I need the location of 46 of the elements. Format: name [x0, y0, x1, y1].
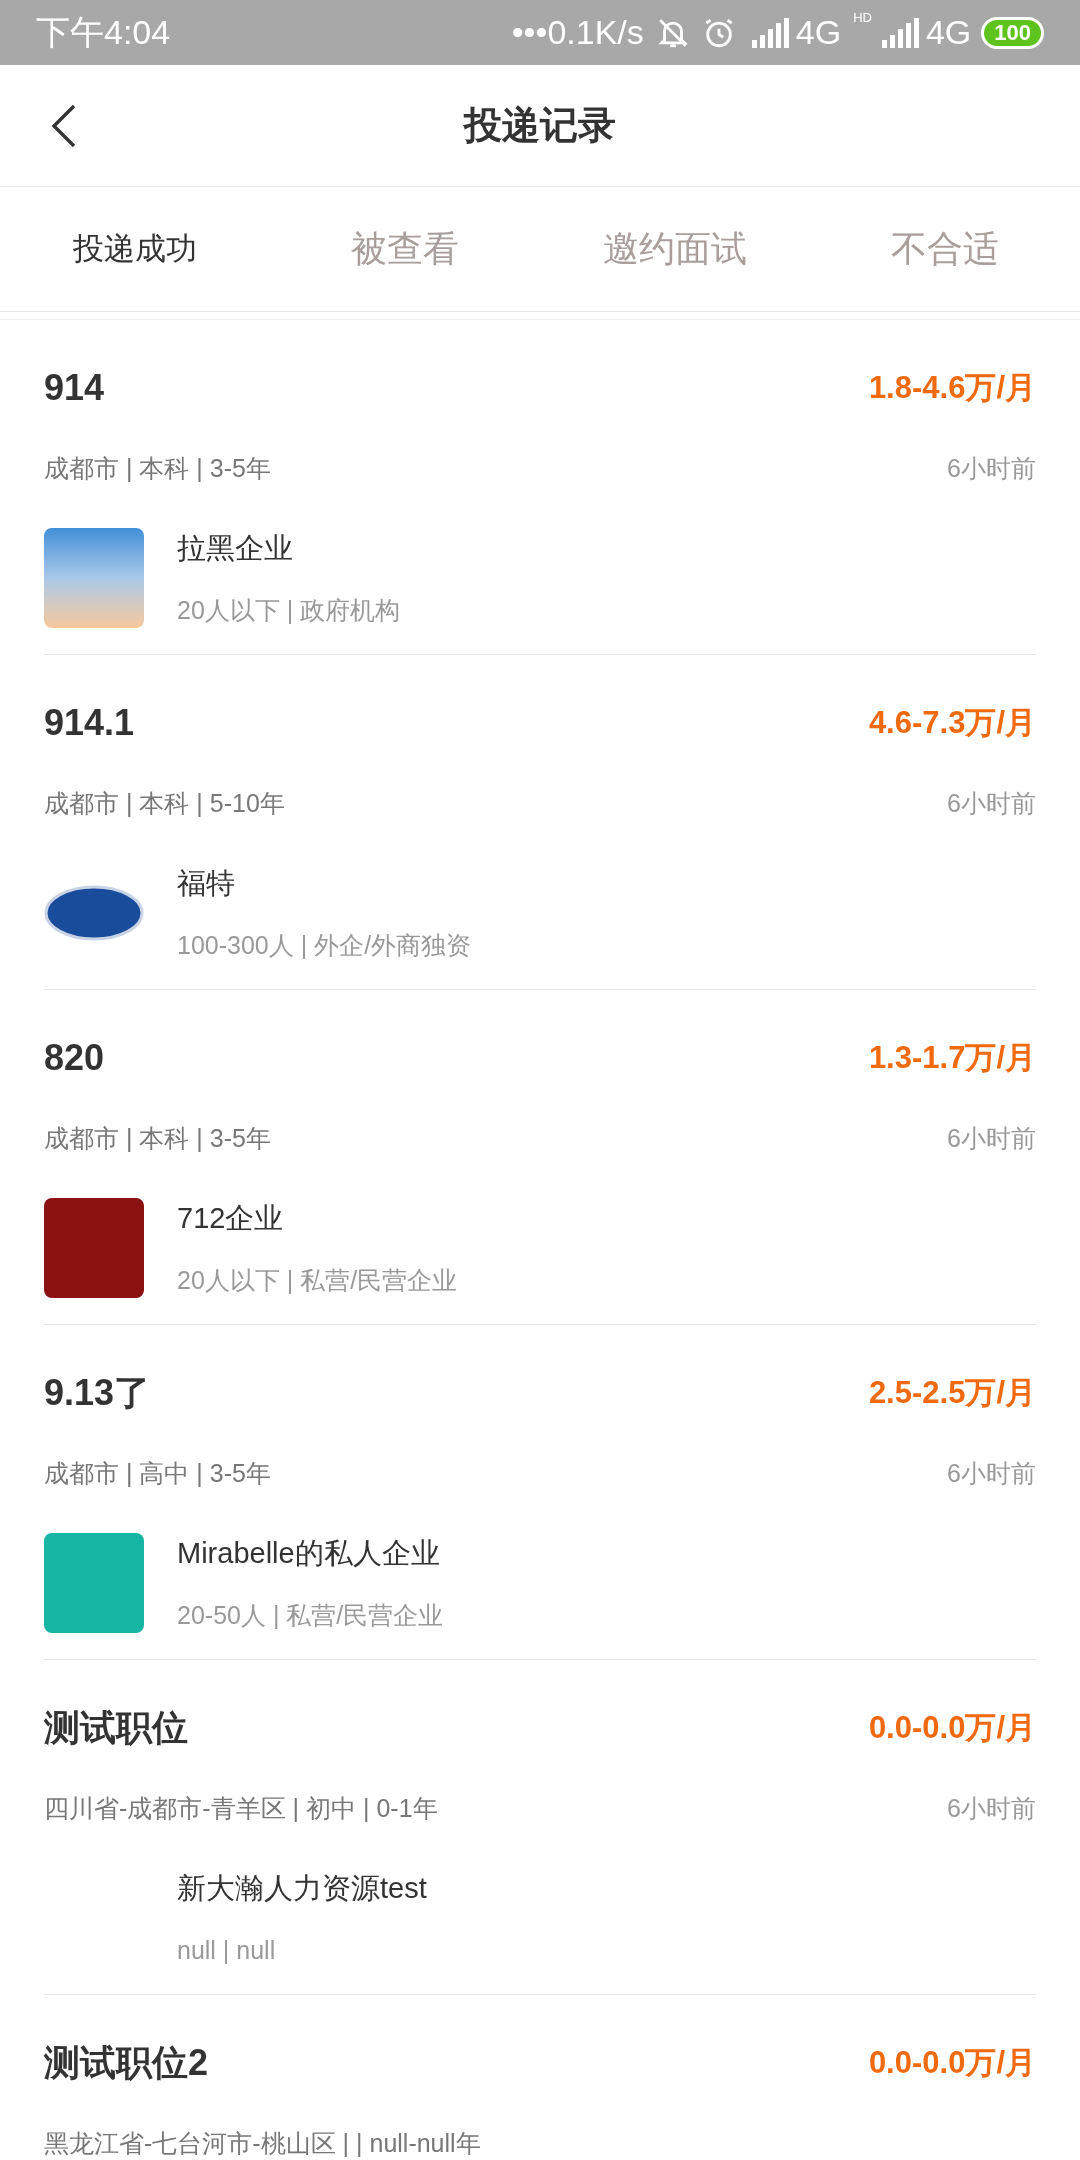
job-meta: 成都市 | 本科 | 3-5年	[44, 1123, 271, 1155]
applied-time: 6小时前	[947, 1123, 1036, 1155]
salary-range: 4.6-7.3万/月	[868, 703, 1036, 742]
job-title: 820	[44, 1036, 105, 1080]
network-speed: •••0.1K/s	[511, 12, 644, 53]
job-title: 914.1	[44, 701, 135, 745]
job-title: 9.13了	[44, 1371, 151, 1415]
salary-range: 1.8-4.6万/月	[868, 368, 1036, 407]
job-meta: 四川省-成都市-青羊区 | 初中 | 0-1年	[44, 1793, 438, 1825]
job-meta: 成都市 | 高中 | 3-5年	[44, 1458, 271, 1490]
job-meta: 成都市 | 本科 | 5-10年	[44, 788, 285, 820]
salary-range: 2.5-2.5万/月	[868, 1373, 1036, 1412]
company-name: 712企业	[177, 1201, 285, 1236]
company-name: Mirabelle的私人企业	[177, 1536, 441, 1571]
company-info: 100-300人 | 外企/外商独资	[177, 930, 472, 961]
applied-time: 6小时前	[947, 788, 1036, 820]
job-title: 914	[44, 366, 105, 410]
company-info: 20人以下 | 私营/民营企业	[177, 1265, 458, 1296]
tab[interactable]: 邀约面试	[540, 187, 810, 311]
signal-icon	[751, 17, 792, 48]
tab[interactable]: 被查看	[270, 187, 540, 311]
company-info: 20-50人 | 私营/民营企业	[177, 1600, 444, 1631]
tab[interactable]: 投递成功	[0, 187, 270, 311]
network-type: 4G	[795, 12, 842, 53]
tab[interactable]: 不合适	[810, 187, 1080, 311]
job-title: 测试职位	[44, 1706, 188, 1750]
network-type: 4G	[925, 12, 972, 53]
company-name: 拉黑企业	[177, 531, 294, 566]
signal-icon	[881, 17, 922, 48]
status-time: 下午4:04	[36, 12, 171, 53]
applied-time: 6小时前	[947, 1793, 1036, 1825]
company-name: 新大瀚人力资源test	[177, 1871, 427, 1906]
salary-range: 0.0-0.0万/月	[868, 2043, 1036, 2082]
company-info: 20人以下 | 政府机构	[177, 595, 401, 626]
salary-range: 1.3-1.7万/月	[868, 1038, 1036, 1077]
job-title: 测试职位2	[44, 2041, 209, 2085]
battery-icon: 100	[981, 16, 1044, 49]
job-meta: 成都市 | 本科 | 3-5年	[44, 453, 271, 485]
salary-range: 0.0-0.0万/月	[868, 1708, 1036, 1747]
page-title: 投递记录	[464, 103, 616, 148]
applied-time: 6小时前	[947, 1458, 1036, 1490]
hd-label: HD	[853, 9, 872, 27]
applied-time: 6小时前	[947, 453, 1036, 485]
company-info: null | null	[177, 1935, 277, 1966]
company-name: 福特	[177, 866, 236, 901]
job-meta: 黑龙江省-七台河市-桃山区 | | null-null年	[44, 2128, 481, 2160]
